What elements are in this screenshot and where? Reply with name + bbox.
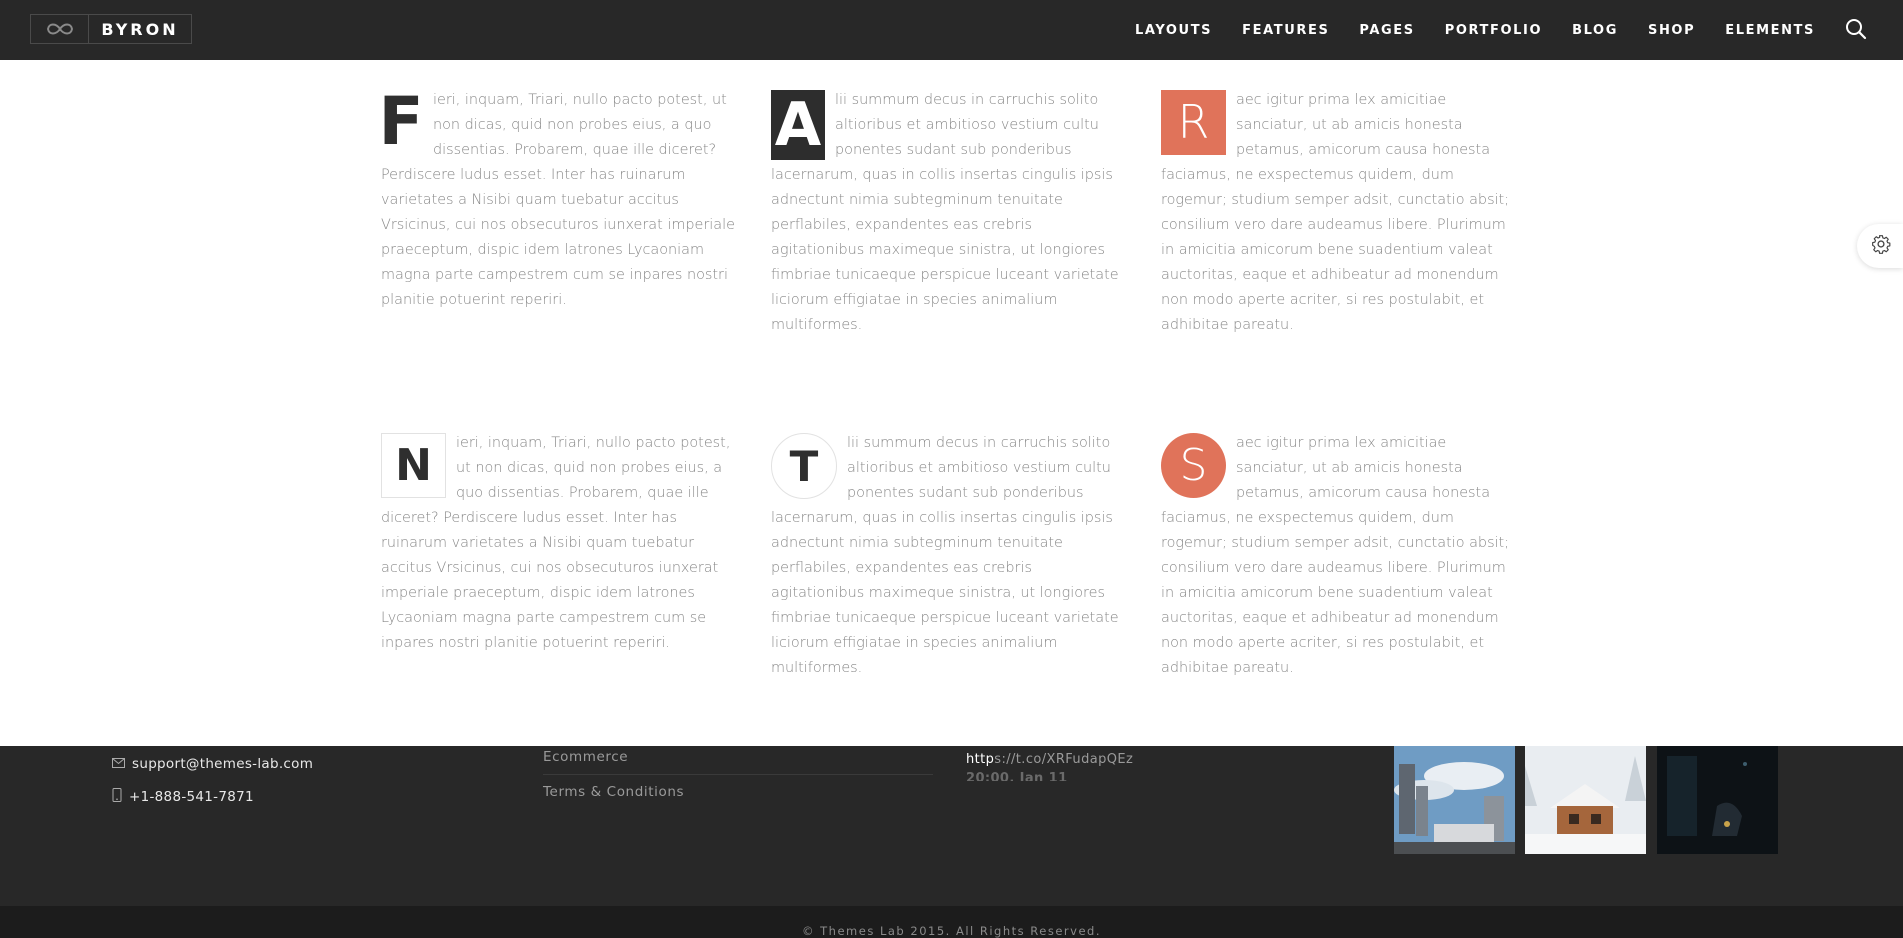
search-icon[interactable]	[1845, 18, 1869, 42]
nav-item-blog[interactable]: BLOG	[1572, 23, 1618, 38]
dropcap-card-5: T lii summum decus in carruchis solito a…	[771, 431, 1126, 681]
copyright-text: © Themes Lab 2015. All Rights Reserved.	[802, 924, 1101, 938]
dropcap-letter: A	[771, 90, 825, 160]
tweet-link-rest: s://t.co/XRFudapQEz	[994, 752, 1134, 767]
dropcap-text: ieri, inquam, Triari, nullo pacto potest…	[381, 92, 735, 308]
nav-item-features[interactable]: FEATURES	[1242, 23, 1329, 38]
dropcap-card-2: A lii summum decus in carruchis solito a…	[771, 88, 1126, 338]
footer-phone: +1-888-541-7871	[112, 788, 254, 806]
dropcap-card-1: F ieri, inquam, Triari, nullo pacto pote…	[378, 83, 736, 313]
email-link[interactable]: support@themes-lab.com	[132, 756, 313, 772]
footer-link-ecommerce[interactable]: Ecommerce	[543, 749, 933, 775]
brand-name: BYRON	[101, 19, 179, 39]
brand-logo[interactable]: BYRON	[30, 14, 192, 44]
nav-item-layouts[interactable]: LAYOUTS	[1135, 23, 1212, 38]
gallery-thumb-night[interactable]	[1657, 746, 1778, 854]
gear-icon	[1871, 234, 1891, 258]
tweet-link[interactable]: https://t.co/XRFudapQEz	[966, 752, 1133, 767]
dropcap-letter: R	[1161, 90, 1226, 155]
nav-item-pages[interactable]: PAGES	[1359, 23, 1414, 38]
phone-number: +1-888-541-7871	[129, 789, 254, 805]
mobile-phone-icon	[112, 788, 129, 806]
envelope-icon	[112, 756, 132, 772]
gallery-thumb-cabin[interactable]	[1525, 746, 1646, 854]
dropcap-letter: N	[381, 433, 446, 498]
top-navbar: BYRON LAYOUTS FEATURES PAGES PORTFOLIO B…	[0, 0, 1903, 60]
nav-item-shop[interactable]: SHOP	[1648, 23, 1695, 38]
footer-link-terms[interactable]: Terms & Conditions	[543, 784, 933, 800]
dropcap-card-6: S aec igitur prima lex amicitiae sanciat…	[1161, 431, 1516, 681]
dropcap-letter: T	[771, 433, 837, 499]
dropcaps-section: F ieri, inquam, Triari, nullo pacto pote…	[0, 60, 1903, 746]
dropcap-card-3: R aec igitur prima lex amicitiae sanciat…	[1161, 88, 1516, 338]
settings-panel-toggle[interactable]	[1857, 224, 1903, 268]
tweet-time: 20:00, Jan 11	[966, 771, 1068, 781]
main-nav: LAYOUTS FEATURES PAGES PORTFOLIO BLOG SH…	[1105, 0, 1815, 60]
dropcap-letter: F	[378, 83, 424, 160]
infinity-icon	[31, 15, 89, 43]
dropcap-card-4: N ieri, inquam, Triari, nullo pacto pote…	[381, 431, 736, 656]
nav-item-elements[interactable]: ELEMENTS	[1725, 23, 1815, 38]
tweet-link-prefix: http	[966, 752, 995, 767]
nav-item-portfolio[interactable]: PORTFOLIO	[1445, 23, 1542, 38]
footer-email[interactable]: support@themes-lab.com	[112, 756, 313, 772]
gallery-thumb-city[interactable]	[1394, 746, 1515, 854]
dropcap-letter: S	[1161, 433, 1226, 498]
footer-bottom-bar: © Themes Lab 2015. All Rights Reserved.	[0, 906, 1903, 938]
